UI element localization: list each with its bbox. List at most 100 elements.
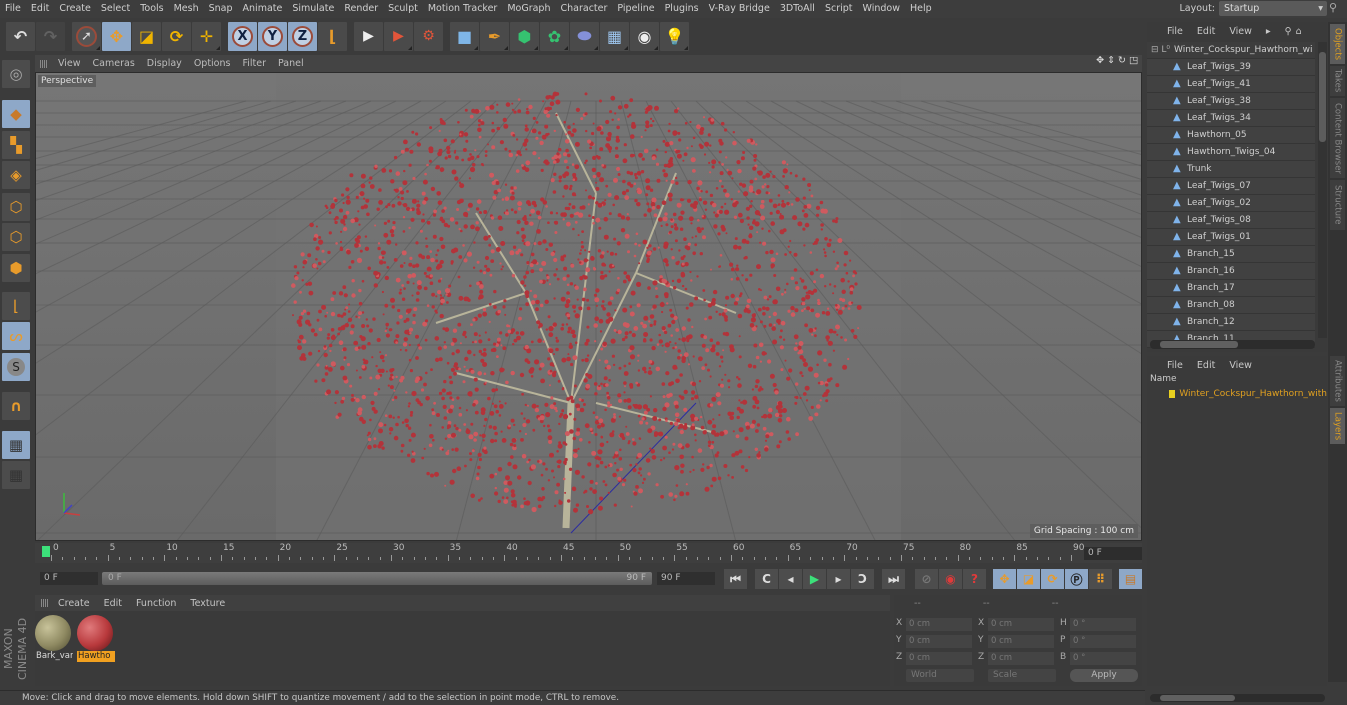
- pos-y-field[interactable]: 0 cm: [906, 635, 972, 648]
- material-menu-create[interactable]: Create: [51, 598, 97, 609]
- layer-horizontal-scrollbar[interactable]: [1150, 694, 1325, 702]
- size-x-field[interactable]: 0 cm: [988, 618, 1054, 631]
- object-row[interactable]: ▲ Hawthorn_05: [1147, 127, 1315, 144]
- material-hawthorn[interactable]: Hawtho: [77, 615, 115, 663]
- floor-button[interactable]: ▦: [600, 21, 629, 51]
- next-key-button[interactable]: Ↄ: [851, 569, 874, 589]
- menu-file[interactable]: File: [0, 0, 26, 18]
- menu-snap[interactable]: Snap: [204, 0, 238, 18]
- texture-mode-button[interactable]: ▚: [2, 131, 30, 159]
- object-horizontal-scrollbar[interactable]: [1150, 340, 1315, 349]
- light-button[interactable]: 💡: [660, 21, 689, 51]
- menu-edit[interactable]: Edit: [26, 0, 54, 18]
- key-rotation-button[interactable]: ⟳: [1041, 569, 1064, 589]
- rotate-tool-button[interactable]: ⟳: [162, 21, 191, 51]
- snap-button[interactable]: ∩: [2, 392, 30, 420]
- layout-dropdown[interactable]: Startup: [1219, 1, 1327, 16]
- viewport-dolly-icon[interactable]: ⇕: [1107, 55, 1115, 66]
- deformer-button[interactable]: ⬬: [570, 21, 599, 51]
- tab-structure[interactable]: Structure: [1330, 180, 1345, 230]
- menu-render[interactable]: Render: [339, 0, 383, 18]
- move-tool-button[interactable]: ✥: [102, 21, 131, 51]
- record-disabled-button[interactable]: ⊘: [915, 569, 938, 589]
- object-search-icon[interactable]: ⚲: [1285, 26, 1292, 37]
- object-menu-view[interactable]: View: [1229, 26, 1252, 37]
- object-row[interactable]: ▲ Branch_15: [1147, 246, 1315, 263]
- workplane-align-button[interactable]: ▦: [2, 461, 30, 489]
- camera-button[interactable]: ◉: [630, 21, 659, 51]
- object-row[interactable]: ▲ Leaf_Twigs_38: [1147, 93, 1315, 110]
- material-menu-texture[interactable]: Texture: [183, 598, 232, 609]
- object-menu-file[interactable]: File: [1167, 26, 1183, 37]
- render-view-button[interactable]: ▶: [354, 21, 383, 51]
- menu-character[interactable]: Character: [555, 0, 612, 18]
- object-row[interactable]: ▲ Hawthorn_Twigs_04: [1147, 144, 1315, 161]
- object-row[interactable]: ▲ Trunk: [1147, 161, 1315, 178]
- object-row[interactable]: ▲ Leaf_Twigs_01: [1147, 229, 1315, 246]
- tab-layers[interactable]: Layers: [1330, 408, 1345, 444]
- key-scale-button[interactable]: ◪: [1017, 569, 1040, 589]
- keyframe-selection-button[interactable]: ?: [963, 569, 986, 589]
- menu-plugins[interactable]: Plugins: [660, 0, 704, 18]
- object-root-row[interactable]: ⊟ L⁰ Winter_Cockspur_Hawthorn_wi: [1147, 42, 1315, 59]
- material-bark[interactable]: Bark_var: [35, 615, 73, 663]
- menu-vray-bridge[interactable]: V-Ray Bridge: [704, 0, 775, 18]
- menu-pipeline[interactable]: Pipeline: [612, 0, 659, 18]
- tab-content-browser[interactable]: Content Browser: [1330, 98, 1345, 178]
- menu-create[interactable]: Create: [54, 0, 96, 18]
- menu-select[interactable]: Select: [96, 0, 135, 18]
- object-home-icon[interactable]: ⌂: [1296, 26, 1302, 37]
- autokey-button[interactable]: ◉: [939, 569, 962, 589]
- object-row[interactable]: ▲ Branch_16: [1147, 263, 1315, 280]
- polygons-mode-button[interactable]: ⬢: [2, 254, 30, 282]
- key-position-button[interactable]: ✥: [993, 569, 1016, 589]
- object-row[interactable]: ▲ Branch_17: [1147, 280, 1315, 297]
- y-axis-button[interactable]: Y: [258, 21, 287, 51]
- axis-mode-button[interactable]: ⌊: [2, 292, 30, 320]
- cube-object-button[interactable]: ■: [450, 21, 479, 51]
- points-mode-button[interactable]: ⬡: [2, 193, 30, 221]
- viewport-menu-options[interactable]: Options: [188, 58, 237, 69]
- scale-tool-button[interactable]: ◪: [132, 21, 161, 51]
- menu-mograph[interactable]: MoGraph: [502, 0, 555, 18]
- viewport-menu-filter[interactable]: Filter: [236, 58, 272, 69]
- object-row[interactable]: ▲ Leaf_Twigs_39: [1147, 59, 1315, 76]
- object-menu-more-icon[interactable]: ▸: [1266, 26, 1271, 37]
- menu-script[interactable]: Script: [820, 0, 858, 18]
- workplane-lock-button[interactable]: ▦: [2, 431, 30, 459]
- apply-button[interactable]: Apply: [1070, 669, 1138, 682]
- go-to-start-button[interactable]: ⏮: [724, 569, 747, 589]
- layer-row[interactable]: Winter_Cockspur_Hawthorn_with: [1147, 387, 1327, 401]
- viewport-maximize-icon[interactable]: ◳: [1129, 55, 1138, 66]
- transform-mode-dropdown[interactable]: Scale: [988, 669, 1056, 682]
- previous-key-button[interactable]: C: [755, 569, 778, 589]
- menu-simulate[interactable]: Simulate: [287, 0, 339, 18]
- viewport-menu-cameras[interactable]: Cameras: [87, 58, 141, 69]
- current-frame-field[interactable]: 0 F: [1084, 547, 1142, 560]
- material-menu-function[interactable]: Function: [129, 598, 183, 609]
- menu-mesh[interactable]: Mesh: [169, 0, 204, 18]
- menu-3dtoall[interactable]: 3DToAll: [775, 0, 820, 18]
- layer-color-swatch[interactable]: [1169, 390, 1176, 398]
- viewport-pan-icon[interactable]: ✥: [1096, 55, 1104, 66]
- coordinate-system-button[interactable]: ⌊: [318, 21, 347, 51]
- viewport-menu-display[interactable]: Display: [141, 58, 188, 69]
- viewport-rotate-icon[interactable]: ↻: [1118, 55, 1126, 66]
- tab-takes[interactable]: Takes: [1330, 66, 1345, 96]
- next-frame-button[interactable]: ▸: [827, 569, 850, 589]
- timeline-ruler[interactable]: 0 5 10 15 20 25 30 35 40 45 50 55 60 65 70 75 80 85 90 0 F: [35, 543, 1142, 563]
- make-editable-button[interactable]: ◎: [2, 60, 30, 88]
- layer-menu-view[interactable]: View: [1229, 360, 1252, 371]
- timeline-window-button[interactable]: ▤: [1119, 569, 1142, 589]
- object-row[interactable]: ▲ Leaf_Twigs_08: [1147, 212, 1315, 229]
- rot-h-field[interactable]: 0 °: [1070, 618, 1136, 631]
- model-mode-button[interactable]: ◆: [2, 100, 30, 128]
- layer-menu-edit[interactable]: Edit: [1197, 360, 1215, 371]
- last-tool-button[interactable]: ✛: [192, 21, 221, 51]
- layer-menu-file[interactable]: File: [1167, 360, 1183, 371]
- rot-p-field[interactable]: 0 °: [1070, 635, 1136, 648]
- cloner-button[interactable]: ✿: [540, 21, 569, 51]
- pos-x-field[interactable]: 0 cm: [906, 618, 972, 631]
- object-menu-edit[interactable]: Edit: [1197, 26, 1215, 37]
- key-pla-button[interactable]: ⠿: [1089, 569, 1112, 589]
